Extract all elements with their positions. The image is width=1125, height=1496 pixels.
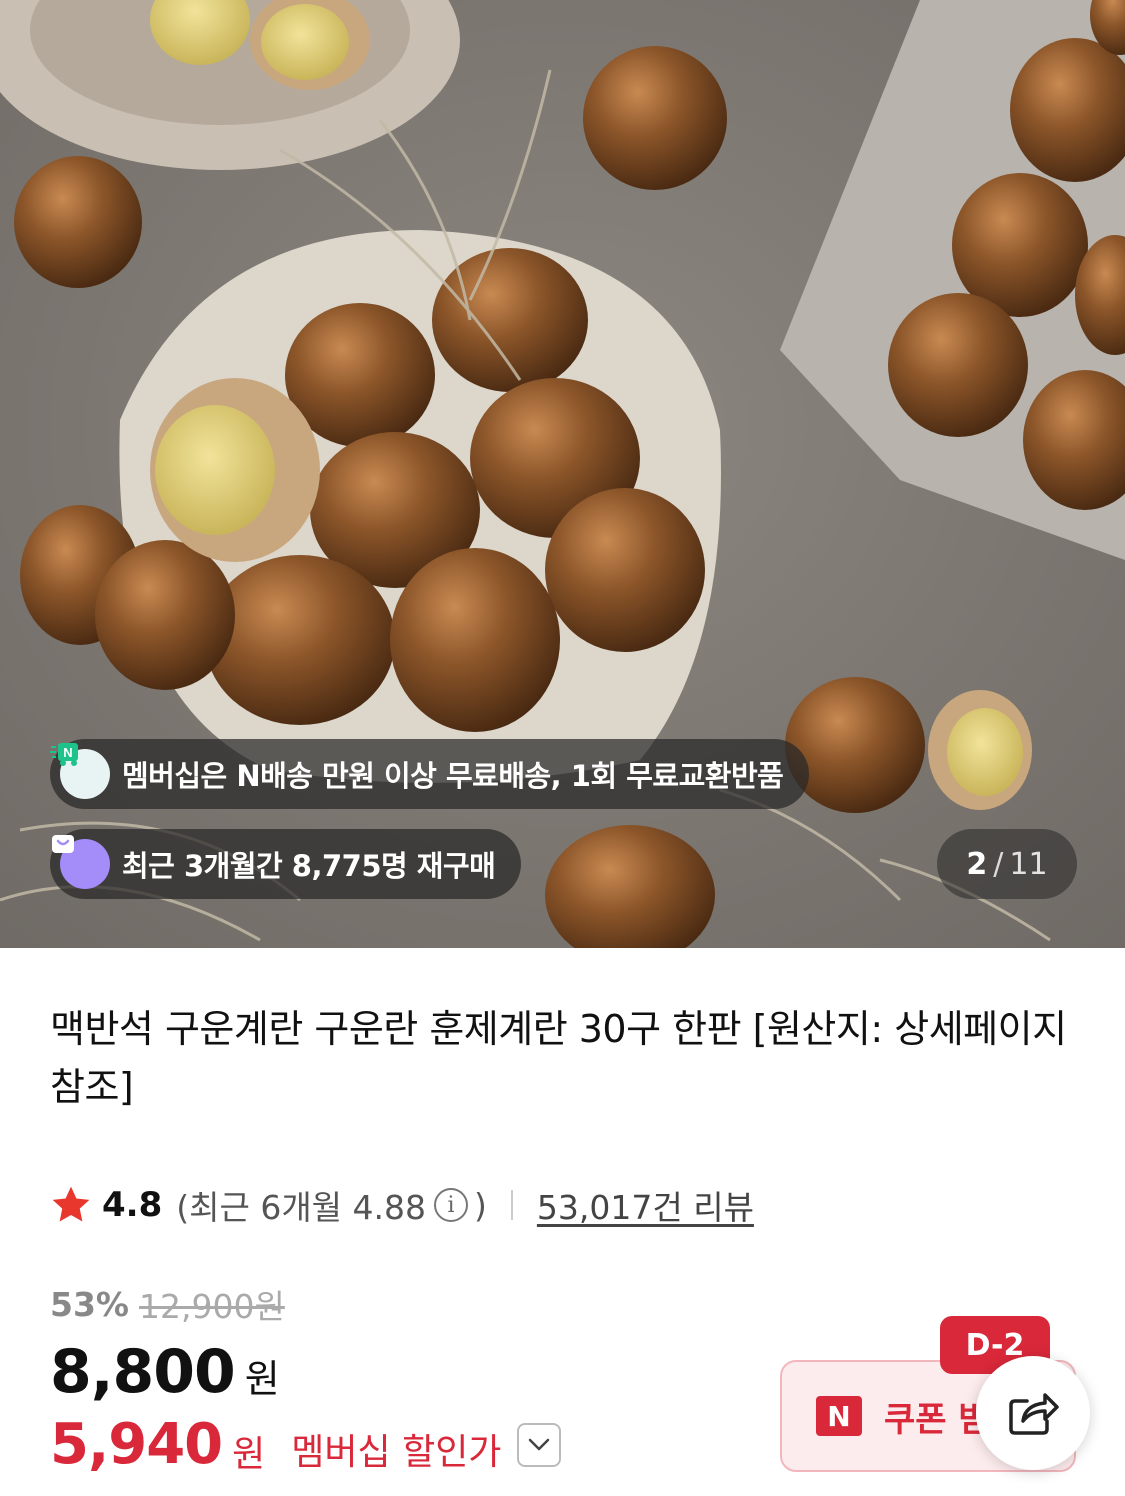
product-image-gallery[interactable]: N 멤버십은 N배송 만원 이상 무료배송, 1회 무료교환반품 최근 3개월간… <box>0 0 1125 948</box>
naver-n-logo: N <box>816 1396 862 1436</box>
sale-price: 8,800 <box>50 1337 236 1407</box>
delivery-truck-icon: N <box>50 743 110 799</box>
image-counter: 2 / 11 <box>937 829 1077 899</box>
original-price-row: 53% 12,900원 <box>50 1280 285 1328</box>
sale-price-currency: 원 <box>244 1357 280 1401</box>
rating-score: 4.8 <box>102 1185 163 1225</box>
free-delivery-text: 멤버십은 N배송 만원 이상 무료배송, 1회 무료교환반품 <box>122 759 784 793</box>
rating-row: 4.8 (최근 6개월 4.88 i ) 53,017건 리뷰 <box>50 1180 754 1230</box>
info-icon[interactable]: i <box>434 1188 469 1222</box>
original-price: 12,900원 <box>139 1287 285 1326</box>
counter-separator: / <box>993 846 1004 882</box>
total-image-count: 11 <box>1009 846 1048 882</box>
recent-rating-text: (최근 6개월 4.88 <box>176 1188 427 1227</box>
current-image-index: 2 <box>966 846 988 882</box>
rating-divider <box>510 1190 513 1220</box>
share-button[interactable] <box>976 1356 1090 1470</box>
discount-percent: 53% <box>50 1284 129 1324</box>
membership-price-toggle[interactable] <box>517 1422 562 1467</box>
shopping-bag-icon <box>52 835 110 889</box>
sale-price-row: 8,800 원 <box>50 1337 280 1407</box>
membership-price-label: 멤버십 할인가 <box>291 1431 502 1473</box>
recent-rating-close: ) <box>474 1185 487 1225</box>
membership-price-row: 5,940 원 멤버십 할인가 <box>50 1412 562 1477</box>
membership-price-currency: 원 <box>232 1433 266 1475</box>
repurchase-text: 최근 3개월간 8,775명 재구매 <box>122 849 496 883</box>
star-icon <box>52 1186 90 1222</box>
review-count-link[interactable]: 53,017건 리뷰 <box>537 1181 754 1229</box>
chevron-down-icon <box>529 1438 550 1450</box>
repurchase-badge: 최근 3개월간 8,775명 재구매 <box>50 829 522 899</box>
product-title: 맥반석 구운계란 구운란 훈제계란 30구 한판 [원산지: 상세페이지 참조] <box>50 1007 1067 1109</box>
membership-price: 5,940 <box>50 1412 223 1477</box>
svg-text:N: N <box>63 745 72 760</box>
share-icon <box>1009 1393 1059 1435</box>
free-delivery-badge: N 멤버십은 N배송 만원 이상 무료배송, 1회 무료교환반품 <box>50 739 810 809</box>
